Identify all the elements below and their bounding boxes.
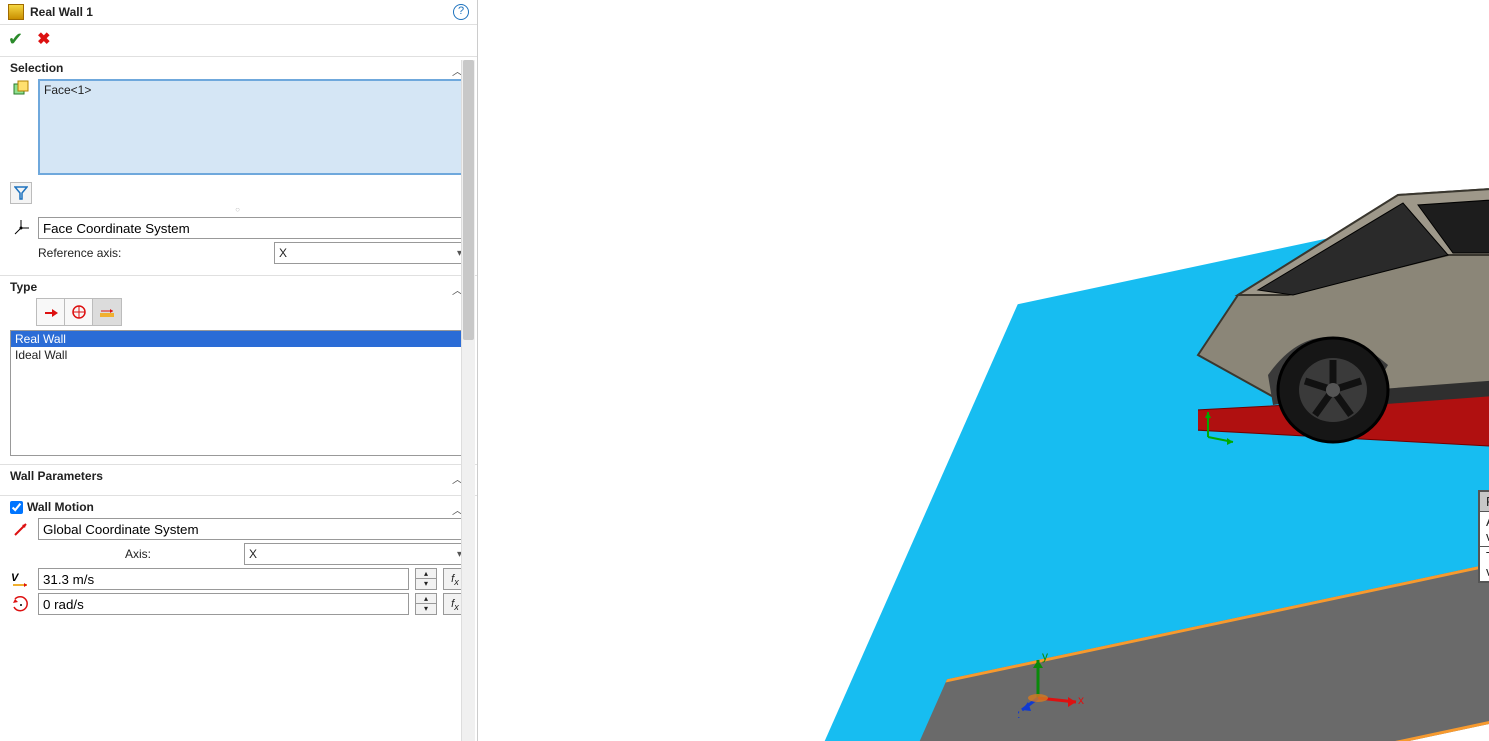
type-listbox[interactable]: Real Wall Ideal Wall [10,330,467,456]
motion-axis-value: X [249,547,257,561]
svg-text:x: x [1078,693,1084,707]
svg-text:V: V [11,572,20,584]
svg-text:z: z [1018,707,1020,718]
view-triad[interactable]: y x z [1018,648,1088,721]
velocity-input[interactable] [38,568,409,590]
cancel-button[interactable]: ✖ [37,29,50,50]
boundary-callout[interactable]: Real Wall Angular velocity 0 rad/s Trans… [1478,490,1489,583]
angular-icon [10,595,32,613]
scrollbar-thumb[interactable] [463,60,474,340]
type-mode-1[interactable] [37,299,65,325]
motion-coord-system-input[interactable] [38,518,467,540]
motion-axis-dropdown[interactable]: X ▾ [244,543,467,565]
help-icon[interactable]: ? [453,4,469,20]
panel-scrollbar[interactable] [461,60,475,741]
selection-section: Selection ︿ Face<1> ○ Reference axis: [0,57,477,276]
filter-button[interactable] [10,182,32,204]
selection-list[interactable]: Face<1> [38,79,467,175]
wall-motion-header: Wall Motion [10,500,467,514]
direction-icon [10,520,32,538]
panel-title: Real Wall 1 [30,5,453,19]
type-mode-2[interactable] [65,299,93,325]
face-select-icon [10,79,32,97]
velocity-spinner[interactable]: ▴▾ [415,568,437,590]
type-option-real-wall[interactable]: Real Wall [11,331,466,347]
coord-system-icon [10,219,32,237]
wall-parameters-title: Wall Parameters [10,469,467,483]
svg-text:y: y [1042,649,1048,663]
spin-up[interactable]: ▴ [416,594,436,604]
resize-grip[interactable]: ○ [10,205,467,214]
selection-title: Selection [10,61,467,75]
boundary-condition-icon [8,4,24,20]
wall-parameters-section: Wall Parameters ︿ [0,465,477,496]
confirm-row: ✔ ✖ [0,25,477,57]
spin-up[interactable]: ▴ [416,569,436,579]
coord-system-input[interactable] [38,217,467,239]
angular-spinner[interactable]: ▴▾ [415,593,437,615]
type-mode-3[interactable] [93,299,121,325]
wall-motion-section: Wall Motion ︿ Axis: X ▾ V ▴▾ fx [0,496,477,626]
callout-title: Real Wall [1480,492,1489,512]
ref-axis-value: X [279,246,287,260]
type-mode-buttons [36,298,122,326]
ref-axis-label: Reference axis: [38,246,268,260]
graphics-viewport[interactable]: X Y Real Wall Angular velocity 0 rad/s T… [478,0,1489,741]
type-section: Type ︿ Real Wall Ideal Wall [0,276,477,465]
wall-motion-title: Wall Motion [27,500,94,514]
angular-input[interactable] [38,593,409,615]
axis-label: Axis: [38,547,238,561]
ref-axis-dropdown[interactable]: X ▾ [274,242,467,264]
property-panel: Real Wall 1 ? ✔ ✖ Selection ︿ Face<1> ○ [0,0,478,741]
callout-row-label: Angular velocity [1480,512,1489,547]
ok-button[interactable]: ✔ [8,29,23,50]
spin-down[interactable]: ▾ [416,579,436,589]
spin-down[interactable]: ▾ [416,604,436,614]
velocity-icon: V [10,571,32,587]
panel-header: Real Wall 1 ? [0,0,477,25]
type-title: Type [10,280,467,294]
selection-entity[interactable]: Face<1> [44,83,461,97]
car-model[interactable] [1148,155,1489,445]
wall-motion-checkbox[interactable] [10,501,23,514]
type-option-ideal-wall[interactable]: Ideal Wall [11,347,466,363]
callout-row-label: Translation velocity [1480,547,1489,582]
